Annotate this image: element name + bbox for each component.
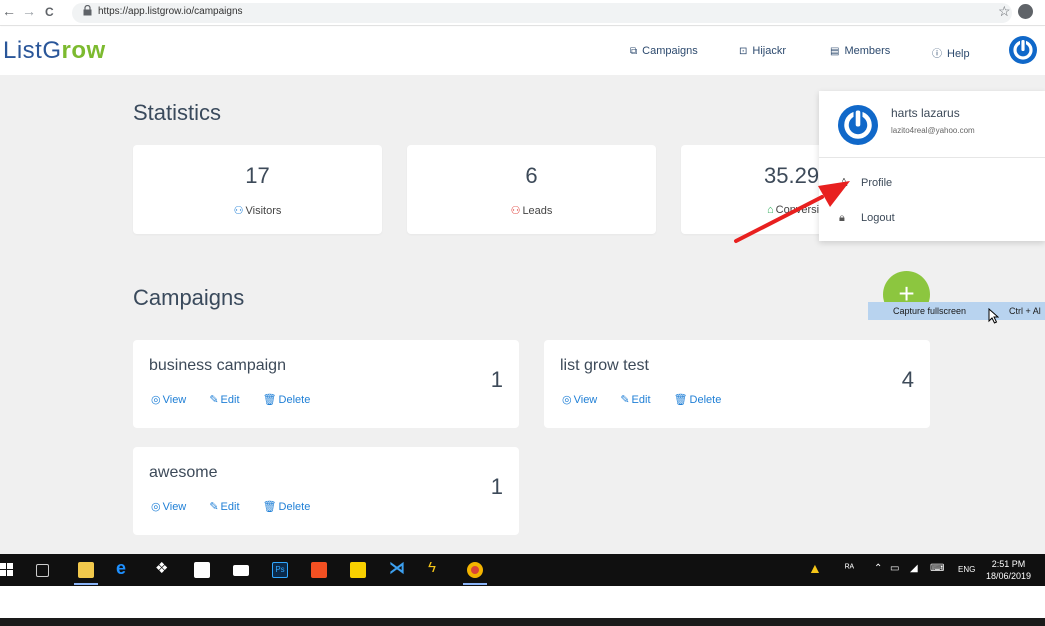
language-indicator[interactable]: ENG xyxy=(958,565,975,574)
clock-date: 18/06/2019 xyxy=(986,571,1032,581)
bottom-strip xyxy=(0,618,1045,626)
warning-tray-icon[interactable]: ▲ xyxy=(808,560,822,576)
dropbox-icon[interactable]: ❖ xyxy=(155,559,171,577)
sticky-notes-icon[interactable] xyxy=(350,562,366,578)
vscode-icon[interactable]: ⋊ xyxy=(389,558,405,577)
annotation-arrow-icon xyxy=(734,181,850,243)
active-app-indicator xyxy=(463,583,487,585)
photoshop-icon[interactable]: Ps xyxy=(272,562,288,578)
store-icon[interactable] xyxy=(194,562,210,578)
battery-icon[interactable]: ▭ xyxy=(890,563,899,574)
mail-icon[interactable] xyxy=(233,565,249,576)
winamp-icon[interactable]: ϟ xyxy=(428,559,444,576)
windows-start-icon[interactable] xyxy=(0,563,13,576)
system-clock[interactable]: 2:51 PM 18/06/2019 xyxy=(986,558,1031,582)
wifi-icon[interactable]: ◢ xyxy=(910,563,918,574)
people-tray-icon[interactable]: ᴿᴬ xyxy=(845,563,854,574)
edge-browser-icon[interactable]: e xyxy=(116,558,132,578)
office-icon[interactable] xyxy=(311,562,327,578)
screen-gap xyxy=(0,586,1045,618)
chrome-icon[interactable] xyxy=(467,562,483,578)
windows-taskbar: e ❖ Ps ⋊ ϟ ▲ ᴿᴬ ⌃ ▭ ◢ ⌨ ENG 2:51 PM 18/0… xyxy=(0,554,1045,586)
screenshot-root: ← → C https://app.listgrow.io/campaigns … xyxy=(0,0,1045,626)
clock-time: 2:51 PM xyxy=(991,559,1026,569)
task-view-icon[interactable] xyxy=(36,564,49,577)
active-app-indicator xyxy=(74,583,98,585)
tray-chevron-icon[interactable]: ⌃ xyxy=(874,563,882,574)
file-explorer-icon[interactable] xyxy=(78,562,94,578)
keyboard-icon[interactable]: ⌨ xyxy=(930,563,944,574)
